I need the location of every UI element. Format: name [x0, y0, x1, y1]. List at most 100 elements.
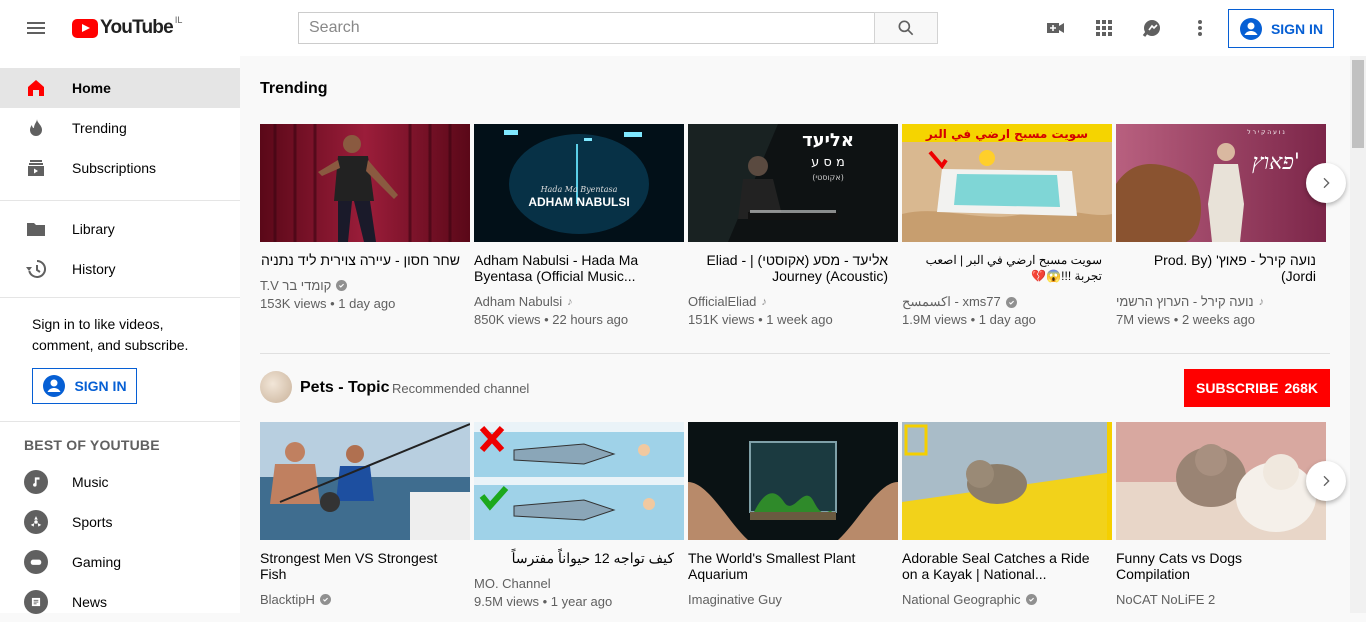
trending-heading: Trending — [260, 80, 328, 97]
apps-grid-icon[interactable] — [1092, 16, 1116, 40]
sidebar-divider — [0, 297, 240, 298]
video-thumbnail[interactable]: سويت مسبح ارضي في البر — [902, 124, 1112, 242]
channel-name[interactable]: Imaginative Guy — [688, 592, 782, 607]
music-note-icon: ♪ — [567, 295, 573, 308]
video-meta: 9.5M views • 1 year ago — [474, 594, 613, 609]
sidebar-item-news[interactable]: News — [0, 582, 240, 622]
svg-text:(אקוסטי): (אקוסטי) — [812, 173, 844, 182]
video-thumbnail[interactable]: פאוץ' נ ו ע ה ק י ר ל — [1116, 124, 1326, 242]
channel-name[interactable]: MO. Channel — [474, 576, 551, 591]
shelf-next-button[interactable] — [1306, 163, 1346, 203]
channel-name[interactable]: اكسمسح - xms77 — [902, 294, 1017, 310]
sports-icon — [24, 510, 48, 534]
video-meta: 1.9M views • 1 day ago — [902, 312, 1036, 327]
verified-icon — [1025, 594, 1037, 605]
sidebar-item-subscriptions[interactable]: Subscriptions — [0, 148, 240, 188]
verified-icon — [1005, 296, 1017, 308]
home-icon — [28, 80, 44, 96]
video-title[interactable]: Adorable Seal Catches a Ride on a Kayak … — [902, 550, 1102, 582]
youtube-play-icon — [72, 18, 98, 38]
video-thumbnail[interactable] — [474, 422, 684, 540]
video-title[interactable]: The World's Smallest Plant Aquarium — [688, 550, 888, 582]
channel-name[interactable]: OfficialEliad ♪ — [688, 294, 767, 309]
gaming-icon — [24, 550, 48, 574]
messages-icon[interactable] — [1140, 16, 1164, 40]
video-meta: 151K views • 1 week ago — [688, 312, 833, 327]
youtube-logo[interactable]: YouTube IL — [72, 15, 183, 39]
masthead: YouTube IL Search SIGN IN — [0, 0, 1366, 56]
channel-title[interactable]: Pets - Topic — [300, 379, 390, 397]
sidebar-item-history[interactable]: History — [0, 249, 240, 289]
best-of-youtube-heading: BEST OF YOUTUBE — [24, 437, 160, 453]
sidebar-divider — [0, 200, 240, 201]
video-meta: 7M views • 2 weeks ago — [1116, 312, 1255, 327]
music-icon — [24, 470, 48, 494]
library-icon — [27, 223, 45, 236]
sidebar-sign-in-button[interactable]: SIGN IN — [32, 368, 137, 404]
channel-name[interactable]: נועה קירל - הערוץ הרשמי ♪ — [1116, 294, 1264, 309]
video-title[interactable]: Adham Nabulsi - Hada Ma Byentasa (Offici… — [474, 252, 674, 284]
video-title[interactable]: נועה קירל - פאוץ' (Prod. By Jordi) — [1116, 252, 1316, 284]
video-thumbnail[interactable] — [260, 124, 470, 242]
verified-icon — [319, 594, 331, 605]
video-title[interactable]: سويت مسبح ارضي في البر | اصعب تجربة !!!😱… — [902, 252, 1102, 284]
history-icon — [26, 259, 47, 278]
channel-avatar[interactable] — [260, 371, 292, 403]
sidebar-item-music[interactable]: Music — [0, 462, 240, 502]
sidebar-item-gaming[interactable]: Gaming — [0, 542, 240, 582]
chevron-right-icon — [1323, 177, 1330, 189]
music-note-icon: ♪ — [1258, 295, 1265, 308]
sidebar-item-sports[interactable]: Sports — [0, 502, 240, 542]
channel-name[interactable]: National Geographic — [902, 592, 1037, 607]
subscribe-button[interactable]: SUBSCRIBE 268K — [1184, 369, 1330, 407]
video-title[interactable]: كيف تواجه 12 حيواناً مفترساً — [474, 550, 674, 566]
search-input[interactable]: Search — [298, 12, 874, 44]
channel-label: Recommended channel — [392, 381, 530, 396]
sidebar-item-library[interactable]: Library — [0, 209, 240, 249]
video-meta: 850K views • 22 hours ago — [474, 312, 629, 327]
sidebar-item-trending[interactable]: Trending — [0, 108, 240, 148]
channel-name[interactable]: קומדי בר T.V — [260, 278, 348, 293]
account-icon — [43, 375, 66, 397]
video-thumbnail[interactable] — [260, 422, 470, 540]
create-video-icon[interactable] — [1044, 16, 1068, 40]
channel-name[interactable]: BlacktipH — [260, 592, 331, 607]
video-title[interactable]: שחר חסון - עיירה צוירית ליד נתניה — [260, 252, 460, 268]
sidebar-item-home[interactable]: Home — [0, 68, 240, 108]
subscriptions-icon — [28, 160, 44, 176]
search-button[interactable] — [874, 12, 938, 44]
video-title[interactable]: Strongest Men VS Strongest Fish — [260, 550, 460, 582]
svg-text:سويت مسبح ارضي في البر: سويت مسبح ارضي في البر — [925, 127, 1088, 142]
more-options-icon[interactable] — [1188, 16, 1212, 40]
svg-text:Hada Ma Byentasa: Hada Ma Byentasa — [540, 185, 618, 194]
video-thumbnail[interactable] — [688, 422, 898, 540]
channel-name[interactable]: Adham Nabulsi ♪ — [474, 294, 573, 309]
account-icon — [1239, 17, 1262, 40]
video-title[interactable]: אליעד - מסע (אקוסטי) | Eliad - Journey (… — [688, 252, 888, 284]
subscriber-count: 268K — [1284, 380, 1318, 396]
video-thumbnail[interactable]: Hada Ma Byentasa ADHAM NABULSI — [474, 124, 684, 242]
svg-text:אליעד: אליעד — [802, 130, 854, 151]
sign-in-prompt: Sign in to like videos, comment, and sub… — [32, 316, 189, 353]
sidebar-divider — [0, 421, 240, 422]
video-thumbnail[interactable]: אליעד מ ס ע (אקוסטי) — [688, 124, 898, 242]
sign-in-button[interactable]: SIGN IN — [1228, 9, 1334, 48]
music-note-icon: ♪ — [761, 295, 767, 308]
video-thumbnail[interactable] — [902, 422, 1112, 540]
video-thumbnail[interactable] — [1116, 422, 1326, 540]
video-title[interactable]: Funny Cats vs Dogs Compilation — [1116, 550, 1316, 582]
sidebar: Home Trending Subscriptions Library Hist… — [0, 56, 240, 614]
svg-text:מ ס ע: מ ס ע — [811, 155, 845, 170]
shelf-next-button[interactable] — [1306, 461, 1346, 501]
svg-text:פאוץ': פאוץ' — [1252, 150, 1300, 175]
channel-name[interactable]: NoCAT NoLiFE 2 — [1116, 592, 1215, 607]
svg-text:נ ו ע ה ק י ר ל: נ ו ע ה ק י ר ל — [1247, 129, 1284, 136]
trending-icon — [30, 119, 42, 136]
menu-icon[interactable] — [24, 16, 48, 40]
scrollbar-thumb[interactable] — [1352, 60, 1364, 148]
search-icon — [898, 20, 914, 36]
chevron-right-icon — [1323, 475, 1330, 487]
country-code: IL — [174, 15, 183, 25]
news-icon — [24, 590, 48, 614]
video-meta: 153K views • 1 day ago — [260, 296, 396, 311]
